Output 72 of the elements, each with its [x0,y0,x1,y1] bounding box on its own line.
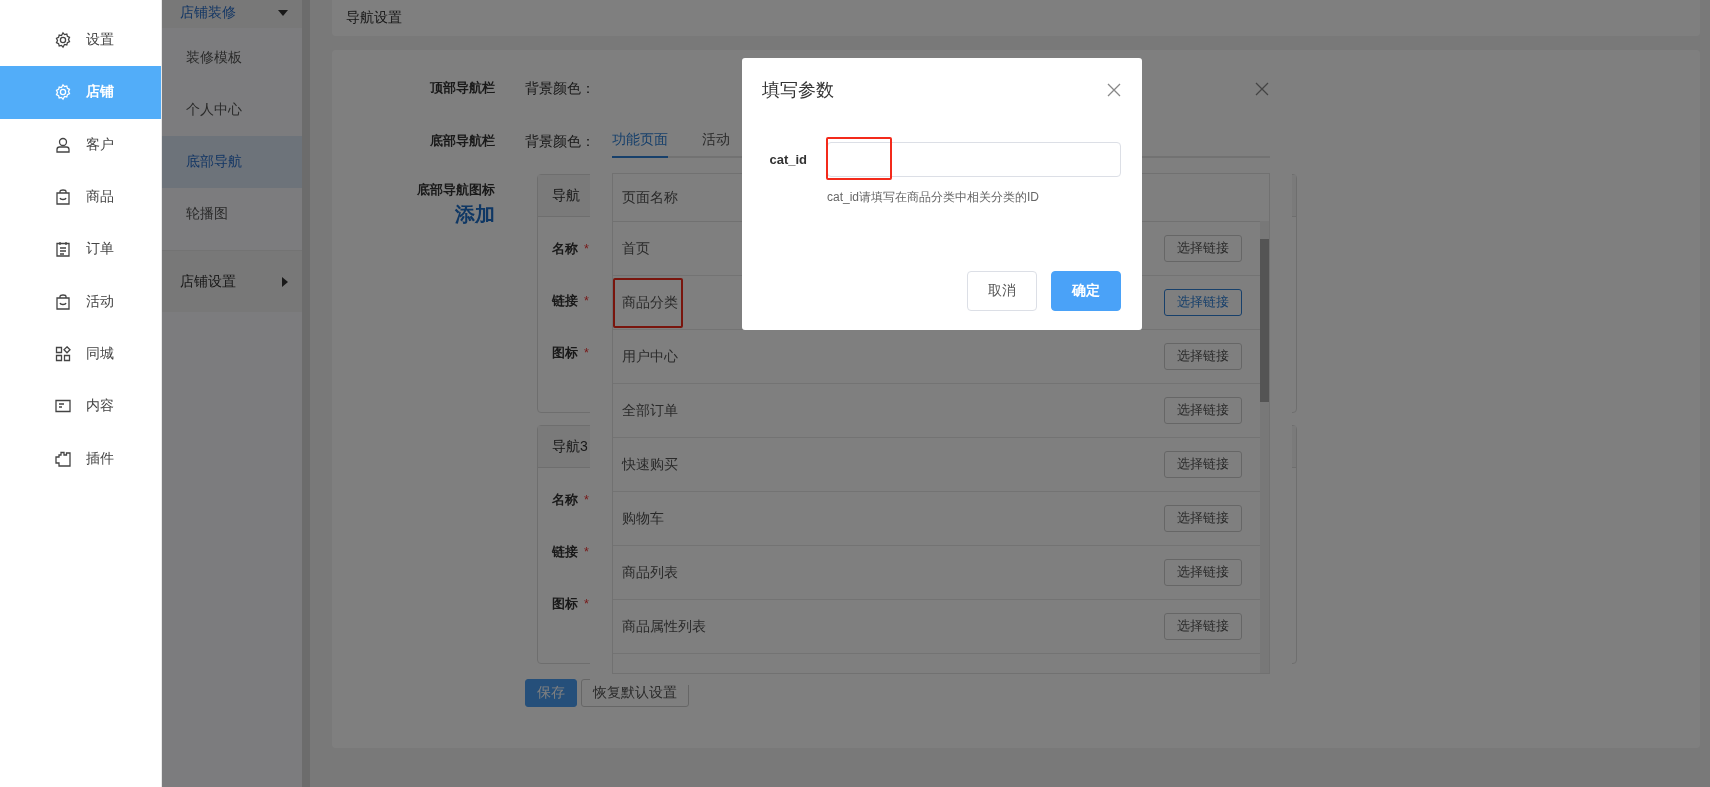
puzzle-icon [54,449,72,468]
gear-icon [54,83,72,102]
form-value: 背景颜色： [525,79,595,98]
field-label: 图标 [552,595,578,613]
required-mark: * [584,545,589,559]
tab[interactable]: 功能页面 [612,131,668,158]
sidebar-item[interactable]: 设置 [0,14,161,67]
table-cell: 全部订单 [622,401,678,420]
sidebar-item[interactable]: 内容 [0,380,161,433]
field-label: 图标 [552,344,578,362]
submenu-item[interactable]: 轮播图 [162,188,302,240]
submenu-item[interactable]: 个人中心 [162,84,302,136]
field-label: 名称 [552,491,578,509]
scrollbar[interactable] [1260,221,1269,673]
confirm-button[interactable]: 确定 [1051,271,1121,311]
submenu-item[interactable]: 底部导航 [162,136,302,188]
sidebar-item[interactable]: 插件 [0,432,161,485]
form-label: 底部导航图标 [417,182,495,199]
caret-icon [282,276,288,287]
table-cell: 用户中心 [622,347,678,366]
form-label: 顶部导航栏 [429,80,495,97]
select-link-button[interactable]: 选择链接 [1164,613,1242,640]
page-title: 导航设置 [346,9,402,27]
table-cell: 商品列表 [622,563,678,582]
required-mark: * [584,493,589,507]
submenu-item[interactable]: 装修模板 [162,32,302,84]
field-hint: cat_id请填写在商品分类中相关分类的ID [827,189,1041,206]
table-cell: 商品分类 [622,293,678,312]
annotation-box [613,278,683,328]
tab[interactable]: 活动 [702,131,730,158]
person-icon [54,135,72,154]
form-value: 背景颜色： [525,132,595,151]
table-cell: 商品属性列表 [622,617,706,636]
field-label: 名称 [552,240,578,258]
bag-icon [54,292,72,311]
field-label: cat_id [768,152,808,167]
submenu-group[interactable]: 店铺设置 [162,250,302,312]
select-link-button[interactable]: 选择链接 [1164,505,1242,532]
select-link-button[interactable]: 选择链接 [1164,397,1242,424]
required-mark: * [584,597,589,611]
submenu-group[interactable]: 店铺装修 [162,0,302,28]
select-link-button[interactable]: 选择链接 [1164,559,1242,586]
select-link-button[interactable]: 选择链接 [1164,343,1242,370]
save-button[interactable]: 保存 [525,679,577,707]
sidebar-item[interactable]: 客户 [0,118,161,171]
field-label: 链接 [552,543,578,561]
close-icon[interactable] [1255,82,1269,96]
caret-icon [278,9,288,16]
table-cell: 首页 [622,239,650,258]
required-mark: * [584,294,589,308]
select-link-button[interactable]: 选择链接 [1164,451,1242,478]
sidebar-item[interactable]: 店铺 [0,66,161,119]
select-link-button[interactable]: 选择链接 [1164,235,1242,262]
sidebar-item[interactable]: 活动 [0,275,161,328]
table-cell: 购物车 [622,509,664,528]
sidebar-item[interactable]: 商品 [0,170,161,224]
sidebar-item[interactable]: 同城 [0,327,161,381]
select-link-button[interactable]: 选择链接 [1164,289,1242,316]
column-header: 页面名称 [622,188,678,207]
required-mark: * [584,242,589,256]
required-mark: * [584,346,589,360]
calendar-icon [54,240,72,259]
field-label: 链接 [552,292,578,310]
bag-icon [54,188,72,207]
dialog-title: 填写参数 [762,79,834,102]
sidebar-item[interactable]: 订单 [0,223,161,276]
form-label: 底部导航栏 [429,133,495,150]
close-icon[interactable] [1107,83,1121,97]
add-link[interactable]: 添加 [455,201,495,228]
gear-icon [54,31,72,50]
cancel-button[interactable]: 取消 [967,271,1037,311]
apps-icon [54,344,72,363]
